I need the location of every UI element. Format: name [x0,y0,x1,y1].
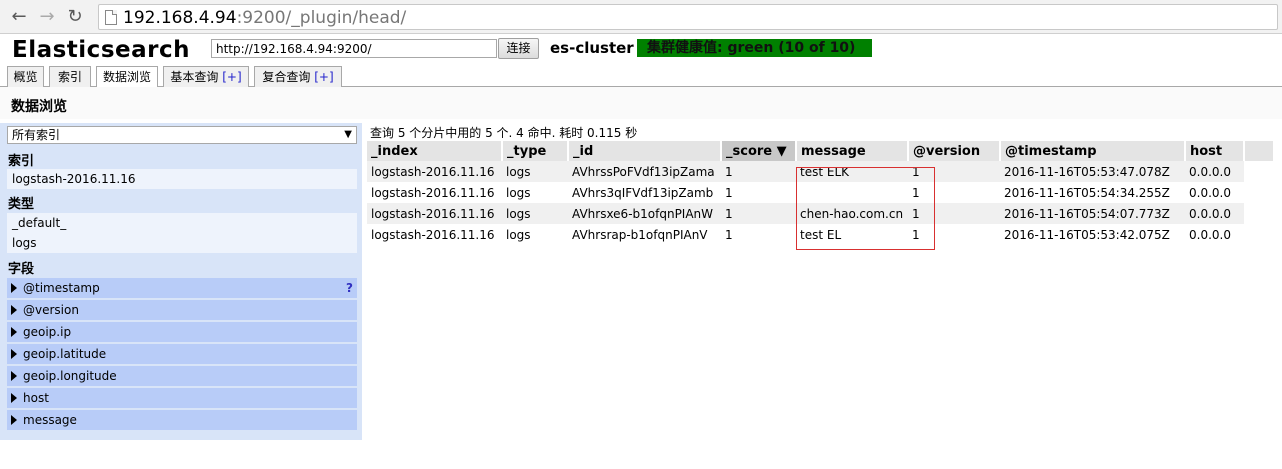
index-filter-item[interactable]: logstash-2016.11.16 [7,169,357,189]
cell-timestamp: 2016-11-16T05:54:34.255Z [1000,182,1185,203]
tab-indices[interactable]: 索引 [49,66,91,87]
column-header-score[interactable]: _score ▼ [721,141,797,161]
expand-triangle-icon [11,305,17,315]
cell-index: logstash-2016.11.16 [367,182,502,203]
cluster-name: es-cluster [550,39,634,57]
expand-triangle-icon [11,393,17,403]
tab-bar: 概览 索引 数据浏览 基本查询 [+] 复合查询 [+] [0,65,1282,88]
column-header-timestamp[interactable]: @timestamp [1000,141,1186,161]
cell-host: 0.0.0.0 [1185,161,1244,182]
forward-arrow-icon[interactable]: → [36,6,58,28]
help-icon[interactable]: ? [346,278,353,298]
cell-score: 1 [721,161,796,182]
back-arrow-icon[interactable]: ← [8,6,30,28]
tab-label: 索引 [57,70,82,84]
cell-id: AVhrsxe6-b1ofqnPIAnW [568,203,721,224]
cell-host: 0.0.0.0 [1185,203,1244,224]
field-row-version[interactable]: @version [7,300,357,320]
cell-id: AVhrsrap-b1ofqnPIAnV [568,224,721,245]
annotation-highlight-box [796,167,935,250]
cell-score: 1 [721,182,796,203]
column-header-type[interactable]: _type [502,141,569,161]
field-label: @version [23,303,79,317]
index-select[interactable]: 所有索引 ▼ [7,126,357,144]
cell-host: 0.0.0.0 [1185,224,1244,245]
tab-label: 复合查询 [262,70,311,84]
expand-triangle-icon [11,371,17,381]
column-header-host[interactable]: host [1185,141,1245,161]
field-row-timestamp[interactable]: @timestamp? [7,278,357,298]
cell-type: logs [502,161,568,182]
tab-compound-query[interactable]: 复合查询 [+] [254,66,342,87]
field-row-message[interactable]: message [7,410,357,430]
dropdown-arrow-icon: ▼ [344,129,352,140]
expand-triangle-icon [11,415,17,425]
field-label: host [23,391,49,405]
field-label: @timestamp [23,281,100,295]
add-compound-query-link[interactable]: [+] [314,70,333,84]
field-row-host[interactable]: host [7,388,357,408]
cell-timestamp: 2016-11-16T05:53:42.075Z [1000,224,1185,245]
address-bar[interactable]: 192.168.4.94:9200/_plugin/head/ [98,4,1278,30]
cell-score: 1 [721,224,796,245]
cell-index: logstash-2016.11.16 [367,224,502,245]
column-header-id[interactable]: _id [568,141,722,161]
field-row-geoip-longitude[interactable]: geoip.longitude [7,366,357,386]
table-header-filler [1244,141,1273,161]
cell-timestamp: 2016-11-16T05:54:07.773Z [1000,203,1185,224]
cell-index: logstash-2016.11.16 [367,161,502,182]
cell-id: AVhrs3qIFVdf13ipZamb [568,182,721,203]
app-title: Elasticsearch [12,37,190,63]
cluster-health-badge: 集群健康值: green (10 of 10) [637,39,872,57]
browser-toolbar: ← → ↻ 192.168.4.94:9200/_plugin/head/ [0,0,1282,34]
type-filter-item[interactable]: _default_ [7,213,357,233]
connect-button[interactable]: 连接 [498,38,539,59]
cell-score: 1 [721,203,796,224]
column-header-version[interactable]: @version [908,141,1001,161]
field-group-label: 字段 [8,262,35,277]
tab-overview[interactable]: 概览 [7,66,44,87]
expand-triangle-icon [11,349,17,359]
address-text[interactable]: 192.168.4.94:9200/_plugin/head/ [123,8,406,28]
column-header-index[interactable]: _index [367,141,503,161]
tab-basic-query[interactable]: 基本查询 [+] [163,66,249,87]
page-icon [105,10,117,25]
cell-type: logs [502,224,568,245]
field-label: geoip.latitude [23,347,107,361]
index-group-label: 索引 [8,154,35,169]
type-filter-item[interactable]: logs [7,233,357,253]
field-row-geoip-latitude[interactable]: geoip.latitude [7,344,357,364]
field-label: message [23,413,77,427]
server-url-input[interactable] [211,39,497,58]
reload-icon[interactable]: ↻ [64,6,86,28]
cell-timestamp: 2016-11-16T05:53:47.078Z [1000,161,1185,182]
cell-type: logs [502,203,568,224]
cell-index: logstash-2016.11.16 [367,203,502,224]
cell-host: 0.0.0.0 [1185,182,1244,203]
field-label: geoip.longitude [23,369,117,383]
field-row-geoip-ip[interactable]: geoip.ip [7,322,357,342]
tab-label: 数据浏览 [102,70,151,84]
expand-triangle-icon [11,283,17,293]
add-basic-query-link[interactable]: [+] [222,70,241,84]
tab-label: 概览 [13,70,38,84]
query-summary: 查询 5 个分片中用的 5 个. 4 命中. 耗时 0.115 秒 [370,126,638,140]
cell-type: logs [502,182,568,203]
field-label: geoip.ip [23,325,72,339]
cell-id: AVhrssPoFVdf13ipZama [568,161,721,182]
index-select-value: 所有索引 [12,128,61,142]
table-header-row: _index _type _id _score ▼ message @versi… [367,141,1245,161]
section-header [0,87,1282,119]
column-header-message[interactable]: message [796,141,909,161]
section-title: 数据浏览 [11,99,67,115]
expand-triangle-icon [11,327,17,337]
type-group-label: 类型 [8,197,35,212]
url-path: :9200/_plugin/head/ [236,8,407,28]
tab-browser[interactable]: 数据浏览 [96,66,158,88]
tab-label: 基本查询 [170,70,219,84]
url-host: 192.168.4.94 [123,8,237,28]
